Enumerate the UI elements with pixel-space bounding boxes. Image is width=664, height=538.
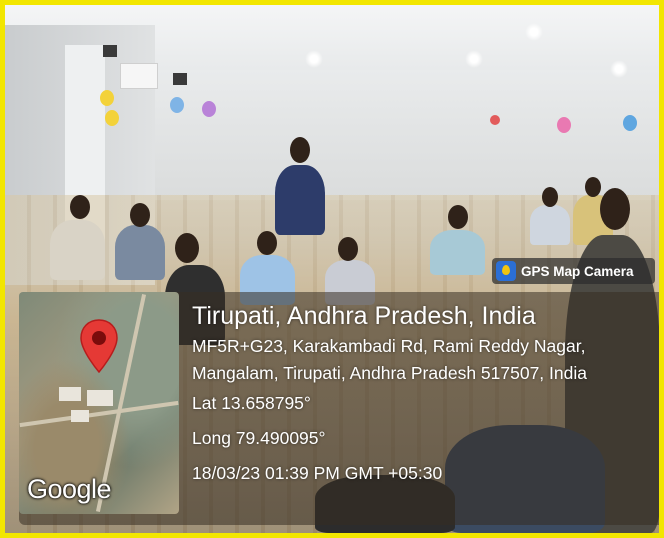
standing-person-head xyxy=(600,188,630,230)
speaker xyxy=(173,73,187,85)
balloon xyxy=(623,115,637,131)
map-building xyxy=(87,390,113,406)
air-conditioner xyxy=(120,63,158,89)
balloon xyxy=(105,110,119,126)
audience-head xyxy=(338,237,358,261)
audience-head xyxy=(542,187,558,207)
gps-map-camera-app-icon xyxy=(496,261,516,281)
audience-member xyxy=(50,220,105,280)
longitude: Long 79.490095° xyxy=(192,428,326,448)
satellite-map-thumbnail: Google xyxy=(19,292,179,514)
audience-head xyxy=(175,233,199,263)
timestamp: 18/03/23 01:39 PM GMT +05:30 xyxy=(192,463,443,483)
audience-head xyxy=(585,177,601,197)
audience-head xyxy=(70,195,90,219)
ceiling-light xyxy=(525,23,543,41)
audience-member xyxy=(115,225,165,280)
address-line-2: Mangalam, Tirupati, Andhra Pradesh 51750… xyxy=(192,363,587,383)
location-title: Tirupati, Andhra Pradesh, India xyxy=(192,302,536,330)
audience-head xyxy=(130,203,150,227)
map-building xyxy=(71,410,89,422)
balloon xyxy=(100,90,114,106)
audience-member xyxy=(530,205,570,245)
latitude: Lat 13.658795° xyxy=(192,393,311,413)
ceiling-light xyxy=(465,50,483,68)
app-name-label: GPS Map Camera xyxy=(521,263,634,279)
ceiling-light xyxy=(305,50,323,68)
standing-speaker xyxy=(275,165,325,235)
back-wall xyxy=(155,70,659,200)
balloon xyxy=(557,117,571,133)
map-building xyxy=(59,387,81,401)
speaker-head xyxy=(290,137,310,163)
balloon xyxy=(490,115,500,125)
audience-head xyxy=(448,205,468,229)
gps-map-camera-badge: GPS Map Camera xyxy=(492,258,655,284)
balloon xyxy=(170,97,184,113)
location-info: Tirupati, Andhra Pradesh, India MF5R+G23… xyxy=(192,300,647,486)
audience-member xyxy=(430,230,485,275)
ceiling-light xyxy=(610,60,628,78)
audience-head xyxy=(257,231,277,255)
balloon xyxy=(202,101,216,117)
address-line-1: MF5R+G23, Karakambadi Rd, Rami Reddy Nag… xyxy=(192,336,586,356)
speaker xyxy=(103,45,117,57)
map-pin-icon xyxy=(80,319,118,374)
google-logo: Google xyxy=(27,474,112,504)
